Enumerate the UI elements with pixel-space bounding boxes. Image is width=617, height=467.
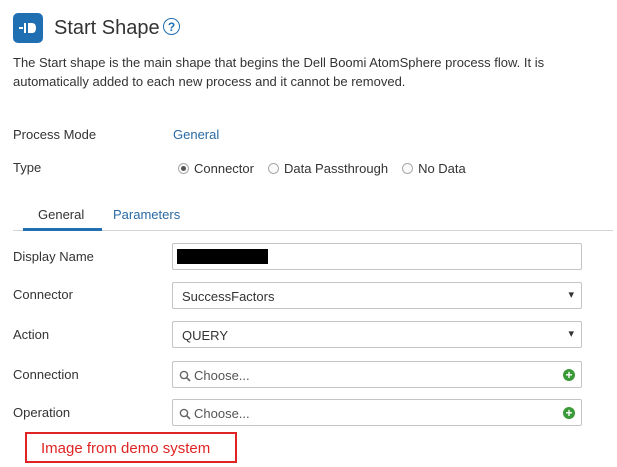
type-label: Type bbox=[13, 160, 42, 175]
radio-label: No Data bbox=[418, 161, 466, 176]
shape-description: The Start shape is the main shape that b… bbox=[13, 55, 545, 89]
add-operation-icon[interactable]: + bbox=[563, 407, 575, 419]
connection-label: Connection bbox=[13, 367, 79, 382]
connector-label: Connector bbox=[13, 287, 73, 302]
demo-system-annotation: Image from demo system bbox=[25, 432, 237, 463]
redacted-value bbox=[177, 249, 268, 264]
process-mode-label: Process Mode bbox=[13, 127, 97, 142]
tab-general[interactable]: General bbox=[38, 207, 84, 222]
annotation-text: Image from demo system bbox=[41, 440, 211, 457]
active-tab-indicator bbox=[23, 228, 102, 231]
chevron-down-icon: ▾ bbox=[568, 289, 574, 301]
chevron-down-icon: ▾ bbox=[568, 328, 574, 340]
page-title: Start Shape bbox=[54, 17, 160, 39]
connection-placeholder: Choose... bbox=[194, 368, 250, 383]
radio-label: Connector bbox=[194, 161, 254, 176]
radio-connector[interactable]: Connector bbox=[178, 161, 254, 176]
display-name-label: Display Name bbox=[13, 249, 94, 264]
operation-placeholder: Choose... bbox=[194, 406, 250, 421]
radio-button[interactable] bbox=[267, 163, 279, 174]
display-name-input[interactable] bbox=[172, 243, 582, 270]
connector-select[interactable]: SuccessFactors ▾ bbox=[172, 282, 582, 309]
radio-no-data[interactable]: No Data bbox=[402, 161, 466, 176]
search-icon bbox=[179, 408, 191, 420]
start-shape-icon bbox=[13, 13, 43, 43]
process-mode-value[interactable]: General bbox=[173, 127, 219, 142]
connector-value: SuccessFactors bbox=[182, 289, 275, 304]
radio-label: Data Passthrough bbox=[283, 161, 389, 176]
operation-picker[interactable]: Choose... + bbox=[172, 399, 582, 426]
type-radio-group: Connector Data Passthrough No Data bbox=[178, 161, 480, 176]
search-icon bbox=[179, 370, 191, 382]
radio-data-passthrough[interactable]: Data Passthrough bbox=[267, 161, 389, 176]
action-value: QUERY bbox=[182, 328, 228, 343]
add-connection-icon[interactable]: + bbox=[563, 369, 575, 381]
question-mark-icon[interactable]: ? bbox=[163, 18, 180, 35]
radio-button-selected[interactable] bbox=[178, 163, 189, 174]
action-select[interactable]: QUERY ▾ bbox=[172, 321, 582, 348]
tabs-divider bbox=[13, 230, 613, 231]
connection-picker[interactable]: Choose... + bbox=[172, 361, 582, 388]
radio-button[interactable] bbox=[402, 163, 414, 174]
operation-label: Operation bbox=[13, 405, 71, 420]
action-label: Action bbox=[13, 327, 50, 342]
tab-parameters[interactable]: Parameters bbox=[113, 207, 180, 222]
